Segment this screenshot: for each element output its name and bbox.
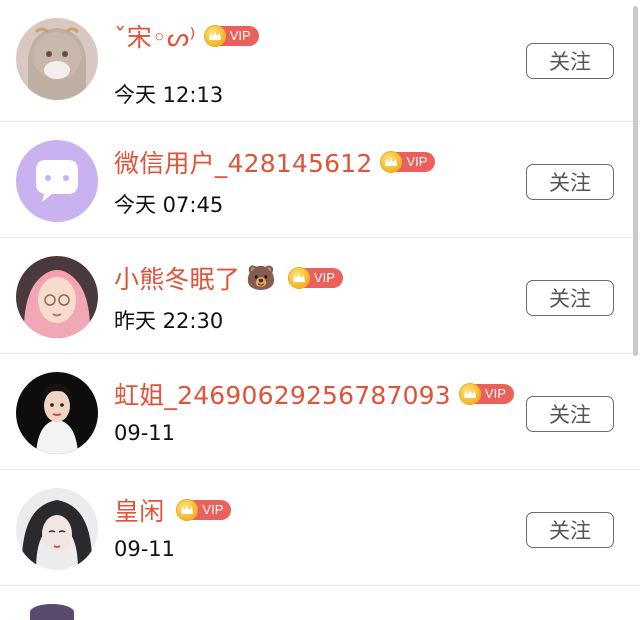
avatar[interactable]	[16, 18, 98, 100]
list-item[interactable]: 皇闲 VIP 09-11 关注	[0, 470, 640, 586]
name-line: 皇闲 VIP	[114, 492, 232, 528]
chat-bubble-icon	[16, 140, 98, 222]
follow-button[interactable]: 关注	[526, 396, 614, 432]
list-item[interactable]: 小熊冬眠了 🐻 VIP 昨天 22:30 关注	[0, 238, 640, 354]
vip-badge: VIP	[203, 25, 259, 47]
vip-badge: VIP	[176, 499, 232, 521]
follow-button[interactable]: 关注	[526, 43, 614, 79]
user-name[interactable]: 小熊冬眠了	[114, 260, 240, 296]
user-name[interactable]: 皇闲	[114, 492, 164, 528]
follow-time: 今天 07:45	[114, 193, 224, 217]
follow-time: 09-11	[114, 537, 176, 561]
vip-badge: VIP	[287, 267, 343, 289]
crown-icon	[287, 267, 310, 289]
name-line: 微信用户_428145612 VIP	[114, 144, 436, 180]
next-avatar-partial	[30, 604, 74, 620]
crown-icon	[203, 25, 226, 47]
avatar[interactable]	[16, 140, 98, 222]
follow-button[interactable]: 关注	[526, 512, 614, 548]
scrollbar[interactable]	[633, 6, 638, 356]
list-item[interactable]: ˇ宋◦ᔕ⁾ VIP 今天 12:13 关注	[0, 0, 640, 122]
follow-button[interactable]: 关注	[526, 280, 614, 316]
name-line: ˇ宋◦ᔕ⁾ VIP	[114, 18, 259, 54]
name-line: 小熊冬眠了 🐻 VIP	[114, 260, 343, 296]
avatar[interactable]	[16, 256, 98, 338]
user-name[interactable]: 虹姐_24690629256787093	[114, 376, 451, 412]
avatar[interactable]	[16, 488, 98, 570]
vip-badge: VIP	[380, 151, 436, 173]
follow-time: 今天 12:13	[114, 83, 224, 107]
name-line: 虹姐_24690629256787093 VIP	[114, 376, 514, 412]
vip-label: VIP	[396, 152, 436, 172]
follower-list: ˇ宋◦ᔕ⁾ VIP 今天 12:13 关注 微信用户_428145612 VIP…	[0, 0, 640, 586]
vip-label: VIP	[192, 500, 232, 520]
follow-button[interactable]: 关注	[526, 164, 614, 200]
list-item[interactable]: 虹姐_24690629256787093 VIP 09-11 关注	[0, 354, 640, 470]
user-name[interactable]: 微信用户_428145612	[114, 144, 372, 180]
avatar[interactable]	[16, 372, 98, 454]
list-item[interactable]: 微信用户_428145612 VIP 今天 07:45 关注	[0, 122, 640, 238]
follow-time: 09-11	[114, 421, 176, 445]
bear-emoji: 🐻	[246, 264, 276, 292]
crown-icon	[458, 383, 481, 405]
user-name[interactable]: ˇ宋◦ᔕ⁾	[114, 18, 196, 54]
follow-time: 昨天 22:30	[114, 309, 224, 333]
vip-badge: VIP	[458, 383, 514, 405]
